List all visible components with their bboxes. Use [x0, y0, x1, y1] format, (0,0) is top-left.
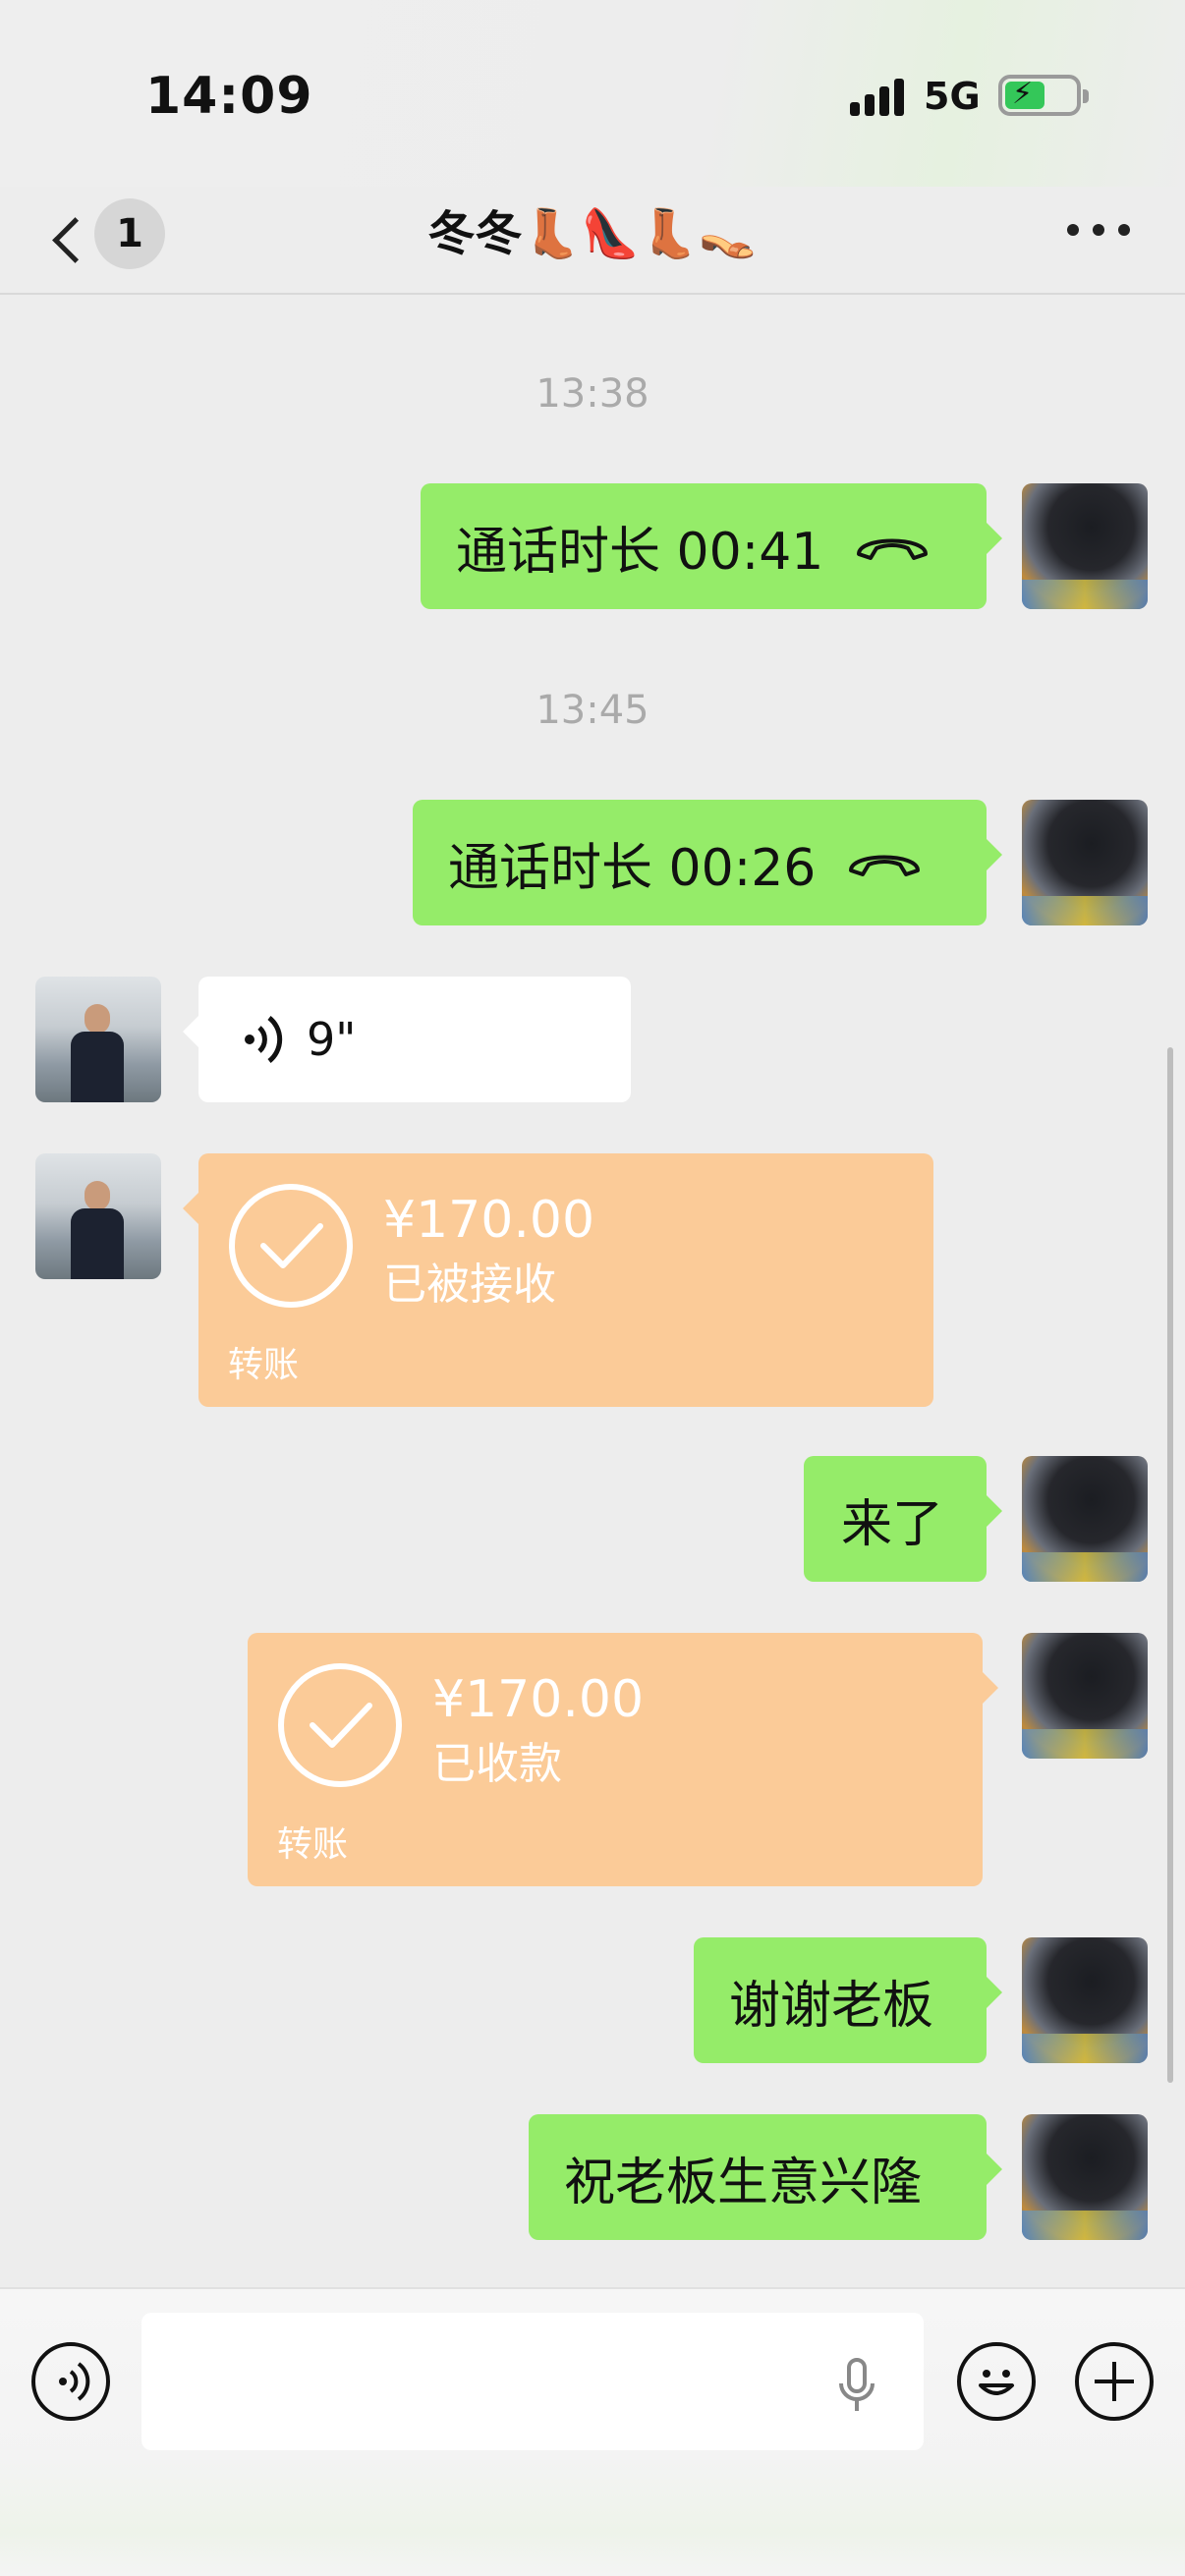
more-icon[interactable]	[1067, 224, 1130, 240]
message-text: 谢谢老板	[729, 1976, 934, 2036]
message-input[interactable]	[141, 2313, 924, 2450]
text-message-bubble[interactable]: 来了	[804, 1456, 1002, 1582]
network-type: 5G	[924, 75, 981, 118]
input-bar	[0, 2287, 1185, 2576]
chat-scrollbar[interactable]	[1167, 1047, 1173, 2083]
voice-input-icon[interactable]	[31, 2342, 110, 2421]
my-avatar[interactable]	[1022, 1633, 1148, 1759]
plus-icon[interactable]	[1075, 2342, 1154, 2421]
check-circle-icon	[229, 1184, 353, 1308]
voice-message-bubble[interactable]: 9"	[183, 977, 631, 1102]
call-record-bubble[interactable]: 通话时长 00:26	[413, 800, 1002, 925]
text-message-bubble[interactable]: 祝老板生意兴隆	[529, 2114, 1002, 2240]
transfer-amount: ¥170.00	[432, 1670, 645, 1729]
call-end-icon	[849, 855, 921, 876]
my-avatar[interactable]	[1022, 800, 1148, 925]
call-end-icon	[857, 538, 929, 560]
transfer-card[interactable]: ¥170.00 已收款 转账	[248, 1633, 998, 1886]
timestamp: 13:38	[536, 371, 649, 417]
call-record-bubble[interactable]: 通话时长 00:41	[421, 483, 1002, 609]
contact-avatar[interactable]	[35, 977, 161, 1102]
voice-wave-icon	[245, 1016, 283, 1063]
chat-title: 冬冬👢👠👢👡	[427, 206, 758, 261]
call-duration-text: 通话时长 00:41	[456, 522, 824, 582]
message-text: 来了	[841, 1494, 944, 1554]
transfer-status: 已被接收	[383, 1260, 556, 1310]
status-bar: 14:09 5G ⚡	[0, 0, 1185, 187]
transfer-label: 转账	[277, 1824, 349, 1865]
timestamp: 13:45	[536, 688, 649, 733]
transfer-status: 已收款	[432, 1739, 562, 1789]
text-message-bubble[interactable]: 谢谢老板	[694, 1937, 1002, 2063]
battery-icon: ⚡	[998, 75, 1089, 116]
mic-icon[interactable]	[835, 2356, 878, 2415]
signal-icon	[850, 79, 909, 116]
voice-duration: 9"	[307, 1013, 357, 1066]
call-duration-text: 通话时长 00:26	[448, 838, 817, 898]
transfer-amount: ¥170.00	[383, 1191, 595, 1250]
check-circle-icon	[278, 1663, 402, 1787]
transfer-label: 转账	[228, 1345, 300, 1385]
my-avatar[interactable]	[1022, 2114, 1148, 2240]
emoji-icon[interactable]	[957, 2342, 1036, 2421]
my-avatar[interactable]	[1022, 1456, 1148, 1582]
transfer-card[interactable]: ¥170.00 已被接收 转账	[183, 1153, 933, 1407]
my-avatar[interactable]	[1022, 1937, 1148, 2063]
chat-header: 1 冬冬👢👠👢👡	[0, 187, 1185, 295]
status-time: 14:09	[145, 67, 313, 126]
contact-avatar[interactable]	[35, 1153, 161, 1279]
my-avatar[interactable]	[1022, 483, 1148, 609]
message-text: 祝老板生意兴隆	[564, 2153, 923, 2212]
